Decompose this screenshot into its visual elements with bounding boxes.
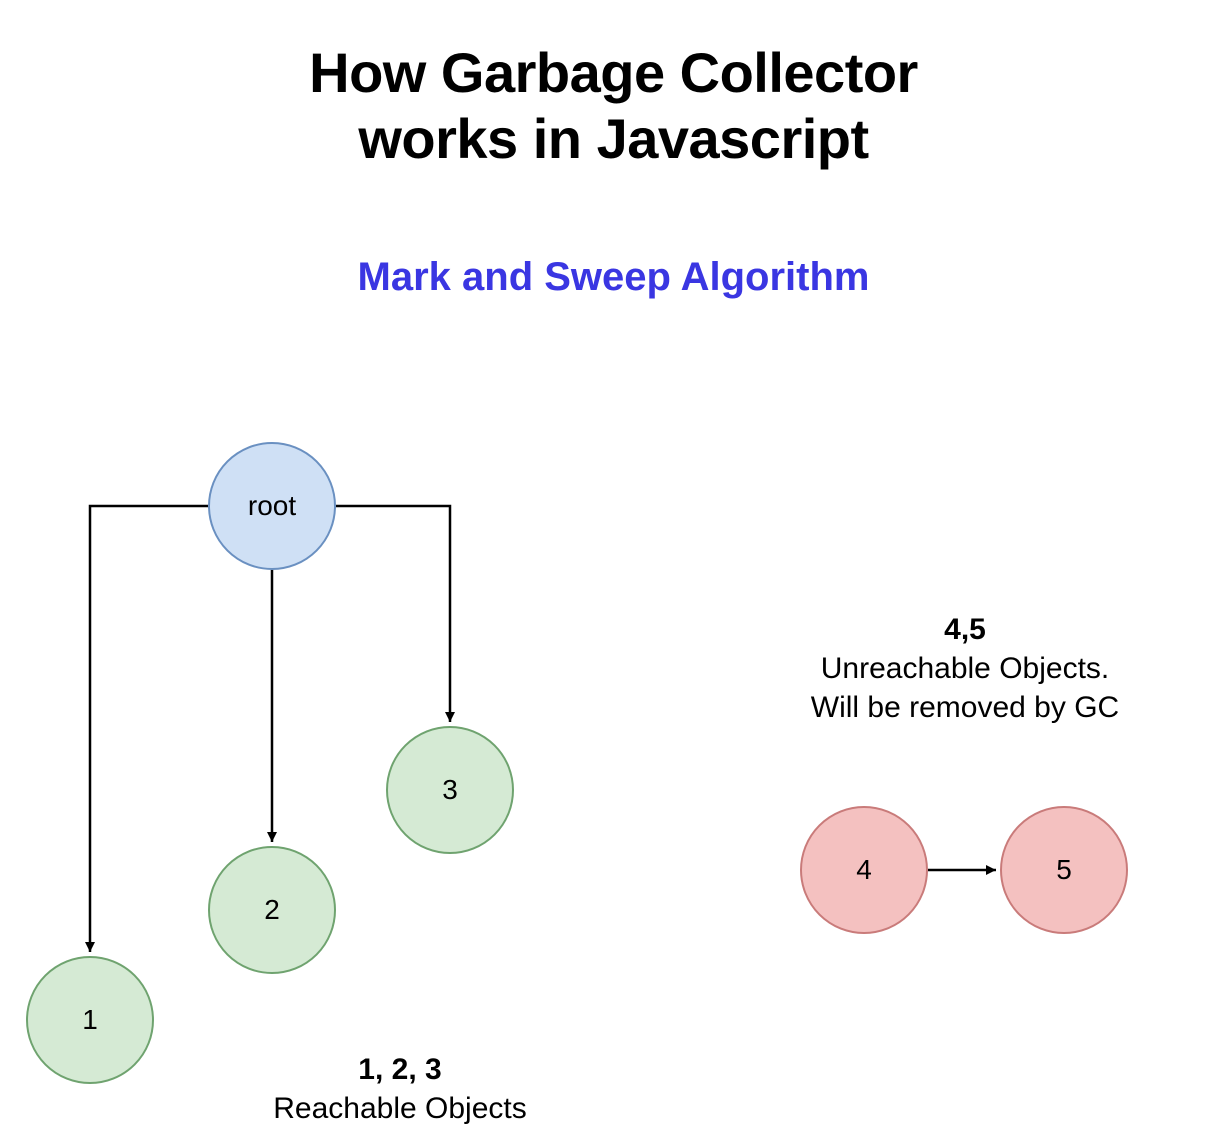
node-root: root (208, 442, 336, 570)
title-line-1: How Garbage Collector (309, 41, 918, 104)
reachable-heading: 1, 2, 3 (250, 1050, 550, 1089)
node-2-label: 2 (264, 894, 280, 926)
node-1: 1 (26, 956, 154, 1084)
node-4: 4 (800, 806, 928, 934)
node-5-label: 5 (1056, 854, 1072, 886)
reachable-caption: 1, 2, 3 Reachable Objects (250, 1050, 550, 1128)
node-3-label: 3 (442, 774, 458, 806)
diagram-title: How Garbage Collector works in Javascrip… (0, 40, 1227, 172)
unreachable-heading: 4,5 (760, 610, 1170, 649)
node-root-label: root (248, 490, 296, 522)
reachable-body: Reachable Objects (250, 1089, 550, 1128)
node-3: 3 (386, 726, 514, 854)
unreachable-caption: 4,5 Unreachable Objects. Will be removed… (760, 610, 1170, 727)
unreachable-body-line-1: Unreachable Objects. (760, 649, 1170, 688)
node-5: 5 (1000, 806, 1128, 934)
unreachable-body-line-2: Will be removed by GC (760, 688, 1170, 727)
node-4-label: 4 (856, 854, 872, 886)
node-2: 2 (208, 846, 336, 974)
node-1-label: 1 (82, 1004, 98, 1036)
title-line-2: works in Javascript (358, 107, 868, 170)
diagram-subtitle: Mark and Sweep Algorithm (0, 255, 1227, 300)
